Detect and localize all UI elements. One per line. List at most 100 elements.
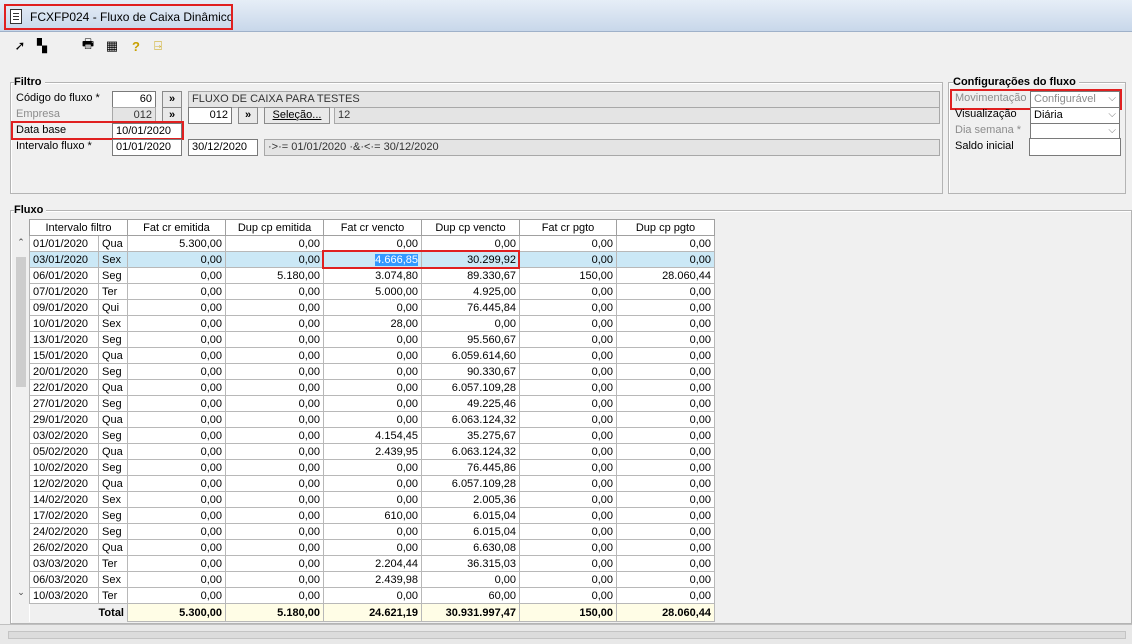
- weekday-cell[interactable]: Sex: [98, 571, 128, 588]
- weekday-cell[interactable]: Qua: [98, 539, 128, 556]
- value-cell[interactable]: 0,00: [225, 539, 324, 556]
- value-cell[interactable]: 0,00: [616, 507, 715, 524]
- value-cell[interactable]: 0,00: [225, 555, 324, 572]
- value-cell[interactable]: 0,00: [225, 427, 324, 444]
- value-cell[interactable]: 0,00: [616, 299, 715, 316]
- value-cell[interactable]: 0,00: [519, 315, 617, 332]
- date-cell[interactable]: 13/01/2020: [29, 331, 99, 348]
- value-cell[interactable]: 0,00: [225, 283, 324, 300]
- date-cell[interactable]: 03/01/2020: [29, 251, 99, 268]
- value-cell[interactable]: 0,00: [225, 411, 324, 428]
- value-cell[interactable]: 0,00: [225, 587, 324, 604]
- value-cell[interactable]: 5.300,00: [127, 235, 226, 252]
- date-cell[interactable]: 06/01/2020: [29, 267, 99, 284]
- help-icon[interactable]: ?: [128, 38, 144, 54]
- date-cell[interactable]: 03/02/2020: [29, 427, 99, 444]
- codigo-lookup-button[interactable]: »: [162, 91, 182, 108]
- value-cell[interactable]: 0,00: [616, 555, 715, 572]
- weekday-cell[interactable]: Qua: [98, 235, 128, 252]
- value-cell[interactable]: 0,00: [519, 299, 617, 316]
- value-cell[interactable]: 0,00: [225, 235, 324, 252]
- value-cell[interactable]: 90.330,67: [421, 363, 520, 380]
- value-cell[interactable]: 0,00: [519, 475, 617, 492]
- value-cell[interactable]: 6.057.109,28: [421, 379, 520, 396]
- weekday-cell[interactable]: Qui: [98, 299, 128, 316]
- value-cell[interactable]: 0,00: [127, 555, 226, 572]
- table-row[interactable]: 10/03/2020 Ter 0,00 0,00 0,00 60,00 0,00 0,00: [29, 587, 715, 604]
- value-cell[interactable]: 5.000,00: [323, 283, 422, 300]
- table-row[interactable]: 13/01/2020 Seg 0,00 0,00 0,00 95.560,67 0,00 0,…: [29, 331, 715, 348]
- value-cell[interactable]: 6.059.614,60: [421, 347, 520, 364]
- scroll-thumb[interactable]: [16, 257, 26, 387]
- codigo-field[interactable]: 60: [112, 91, 156, 108]
- value-cell[interactable]: 0,00: [127, 523, 226, 540]
- value-cell[interactable]: 0,00: [519, 347, 617, 364]
- weekday-cell[interactable]: Seg: [98, 507, 128, 524]
- value-cell[interactable]: 0,00: [519, 411, 617, 428]
- value-cell[interactable]: 0,00: [616, 315, 715, 332]
- scroll-up-icon[interactable]: ⌃: [14, 237, 28, 248]
- value-cell[interactable]: 0,00: [127, 299, 226, 316]
- date-cell[interactable]: 05/02/2020: [29, 443, 99, 460]
- value-cell[interactable]: 0,00: [323, 363, 422, 380]
- date-cell[interactable]: 24/02/2020: [29, 523, 99, 540]
- value-cell[interactable]: 0,00: [519, 507, 617, 524]
- weekday-cell[interactable]: Ter: [98, 555, 128, 572]
- value-cell[interactable]: 0,00: [323, 395, 422, 412]
- value-cell[interactable]: 610,00: [323, 507, 422, 524]
- intervalo-de-field[interactable]: 01/01/2020: [112, 139, 182, 156]
- value-cell[interactable]: 0,00: [519, 283, 617, 300]
- value-cell[interactable]: 0,00: [127, 395, 226, 412]
- value-cell[interactable]: 0,00: [323, 411, 422, 428]
- value-cell[interactable]: 0,00: [225, 443, 324, 460]
- value-cell[interactable]: 0,00: [127, 251, 226, 268]
- value-cell[interactable]: 2.439,98: [323, 571, 422, 588]
- value-cell[interactable]: 0,00: [127, 571, 226, 588]
- weekday-cell[interactable]: Ter: [98, 283, 128, 300]
- value-cell[interactable]: 95.560,67: [421, 331, 520, 348]
- value-cell[interactable]: 0,00: [225, 395, 324, 412]
- value-cell[interactable]: 0,00: [616, 379, 715, 396]
- column-header[interactable]: Intervalo filtro: [29, 219, 128, 236]
- value-cell[interactable]: 0,00: [323, 475, 422, 492]
- column-header[interactable]: Dup cp pgto: [616, 219, 715, 236]
- weekday-cell[interactable]: Qua: [98, 347, 128, 364]
- value-cell[interactable]: 28,00: [323, 315, 422, 332]
- weekday-cell[interactable]: Qua: [98, 443, 128, 460]
- value-cell[interactable]: 0,00: [127, 587, 226, 604]
- weekday-cell[interactable]: Seg: [98, 395, 128, 412]
- weekday-cell[interactable]: Ter: [98, 587, 128, 604]
- table-row[interactable]: 26/02/2020 Qua 0,00 0,00 0,00 6.630,08 0,00 0,0…: [29, 539, 715, 556]
- value-cell[interactable]: 76.445,84: [421, 299, 520, 316]
- value-cell[interactable]: 0,00: [616, 459, 715, 476]
- value-cell[interactable]: 0,00: [616, 491, 715, 508]
- table-row[interactable]: 10/01/2020 Sex 0,00 0,00 28,00 0,00 0,00 0,00: [29, 315, 715, 332]
- value-cell[interactable]: 0,00: [127, 443, 226, 460]
- date-cell[interactable]: 20/01/2020: [29, 363, 99, 380]
- value-cell[interactable]: 0,00: [616, 363, 715, 380]
- weekday-cell[interactable]: Sex: [98, 491, 128, 508]
- value-cell[interactable]: 36.315,03: [421, 555, 520, 572]
- weekday-cell[interactable]: Seg: [98, 331, 128, 348]
- value-cell[interactable]: 0,00: [225, 363, 324, 380]
- value-cell[interactable]: 0,00: [519, 363, 617, 380]
- weekday-cell[interactable]: Qua: [98, 411, 128, 428]
- value-cell[interactable]: 0,00: [323, 539, 422, 556]
- value-cell[interactable]: 0,00: [127, 475, 226, 492]
- date-cell[interactable]: 29/01/2020: [29, 411, 99, 428]
- column-header[interactable]: Dup cp vencto: [421, 219, 520, 236]
- value-cell[interactable]: 0,00: [519, 443, 617, 460]
- value-cell[interactable]: 0,00: [519, 555, 617, 572]
- value-cell[interactable]: 0,00: [127, 507, 226, 524]
- table-row[interactable]: 06/01/2020 Seg 0,00 5.180,00 3.074,80 89.330,…: [29, 267, 715, 284]
- table-row[interactable]: 27/01/2020 Seg 0,00 0,00 0,00 49.225,46 0,00 0,…: [29, 395, 715, 412]
- date-cell[interactable]: 27/01/2020: [29, 395, 99, 412]
- vertical-scrollbar[interactable]: ⌃ ⌄: [14, 235, 28, 601]
- date-cell[interactable]: 09/01/2020: [29, 299, 99, 316]
- date-cell[interactable]: 14/02/2020: [29, 491, 99, 508]
- empresa2-lookup-button[interactable]: »: [238, 107, 258, 124]
- value-cell[interactable]: 6.015,04: [421, 507, 520, 524]
- value-cell[interactable]: 2.204,44: [323, 555, 422, 572]
- date-cell[interactable]: 10/02/2020: [29, 459, 99, 476]
- table-row[interactable]: 05/02/2020 Qua 0,00 0,00 2.439,95 6.063.124,3…: [29, 443, 715, 460]
